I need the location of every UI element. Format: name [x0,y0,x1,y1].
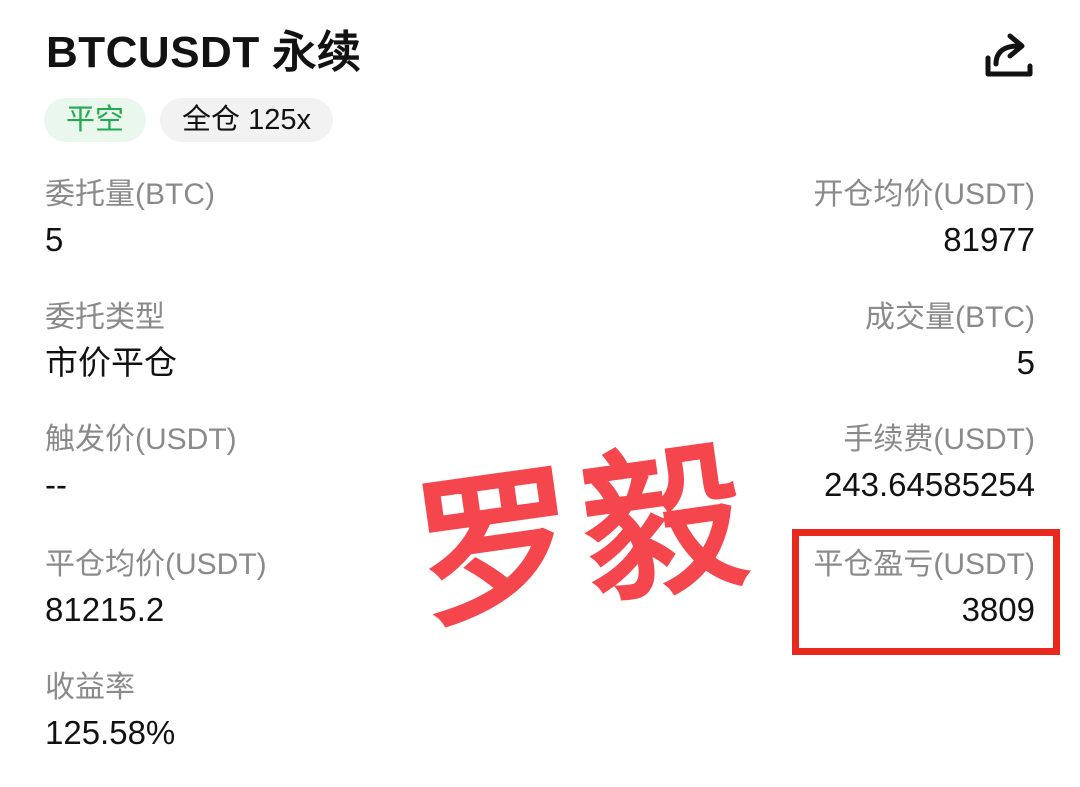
open-price-value: 81977 [943,221,1035,258]
fee-field: 手续费(USDT) 243.64585254 [824,420,1035,508]
order-type-label: 委托类型 [45,301,165,334]
fee-value: 243.64585254 [823,466,1035,503]
roi-label: 收益率 [45,671,135,704]
share-icon [985,33,1033,77]
close-price-label: 平仓均价(USDT) [45,548,267,581]
filled-qty-value: 5 [1016,344,1035,381]
close-price-field: 平仓均价(USDT) 81215.2 [45,545,267,633]
watermark-text: 罗毅 [404,420,764,653]
share-button[interactable] [980,30,1038,82]
trigger-price-value: -- [45,466,67,503]
margin-mode-badge: 全仓 125x [160,98,333,142]
close-price-value: 81215.2 [45,591,165,628]
highlight-box [792,529,1060,655]
open-price-label: 开仓均价(USDT) [813,178,1035,211]
order-qty-field: 委托量(BTC) 5 [45,175,215,263]
trigger-price-field: 触发价(USDT) -- [45,420,237,508]
open-price-field: 开仓均价(USDT) 81977 [813,175,1035,263]
position-side-badge: 平空 [44,98,147,142]
filled-qty-label: 成交量(BTC) [865,301,1035,334]
trigger-price-label: 触发价(USDT) [45,423,237,456]
order-type-value: 市价平仓 [45,344,177,381]
page-title: BTCUSDT 永续 [46,28,362,77]
order-qty-label: 委托量(BTC) [45,178,215,211]
fee-label: 手续费(USDT) [843,423,1035,456]
filled-qty-field: 成交量(BTC) 5 [865,298,1035,386]
order-qty-value: 5 [45,221,64,258]
order-type-field: 委托类型 市价平仓 [45,298,177,386]
roi-field: 收益率 125.58% [45,668,175,756]
roi-value: 125.58% [45,714,176,751]
badge-row: 平空 全仓 125x [44,98,333,142]
